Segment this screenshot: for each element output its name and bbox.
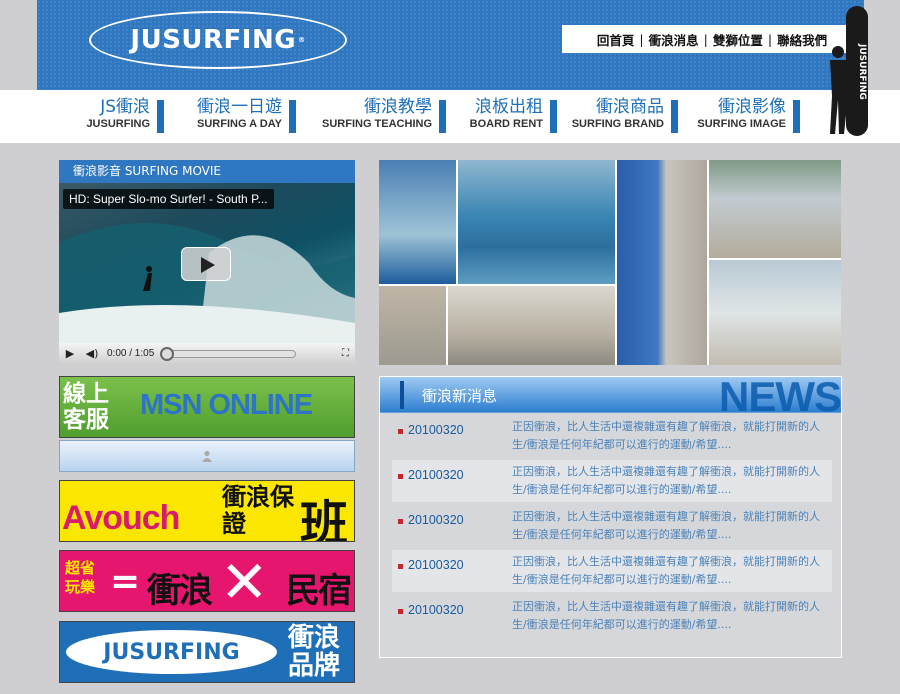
site-logo[interactable]: JUSURFING ® xyxy=(89,11,347,69)
news-item[interactable]: 20100320 正因衝浪，比人生活中還複雜還有趣了解衝浪，就能打開新的人生/衝… xyxy=(392,460,832,502)
mainnav-surfing-teaching[interactable]: 衝浪教學 SURFING TEACHING xyxy=(296,97,446,134)
mainnav-label: JS衝浪 xyxy=(100,97,150,117)
avouch-class-banner[interactable]: Avouch 衝浪保證 班 xyxy=(59,480,355,542)
msn-online-banner[interactable]: 線上客服 MSN ONLINE xyxy=(59,376,355,438)
news-watermark: NEWS xyxy=(719,373,842,420)
avouch-banner-big: 班 xyxy=(300,496,349,542)
mainnav-label: 衝浪影像 xyxy=(718,97,786,117)
news-date: 20100320 xyxy=(408,603,464,617)
mainnav-sublabel: JUSURFING xyxy=(86,118,150,130)
mainnav-surfing-a-day[interactable]: 衝浪一日遊 SURFING A DAY xyxy=(164,97,296,134)
news-header-accent xyxy=(400,381,404,409)
seek-bar[interactable] xyxy=(160,346,297,361)
seek-handle[interactable] xyxy=(160,346,175,361)
video-time: 0:00 / 1:05 xyxy=(107,348,155,359)
news-text[interactable]: 正因衝浪，比人生活中還複雜還有趣了解衝浪，就能打開新的人生/衝浪是任何年紀都可以… xyxy=(512,553,832,589)
main-nav: JS衝浪 JUSURFING 衝浪一日遊 SURFING A DAY 衝浪教學 … xyxy=(86,97,800,134)
mainnav-label: 衝浪一日遊 xyxy=(197,97,282,117)
header-banner: JUSURFING ® 回首頁 | 衝浪消息 | 雙獅位置 | 聯絡我們 xyxy=(37,0,864,90)
bullet-icon xyxy=(398,609,403,614)
news-date: 20100320 xyxy=(408,468,464,482)
photo-boards-standing xyxy=(617,160,707,365)
photo-beach-lesson xyxy=(379,286,446,365)
mainnav-board-rent[interactable]: 浪板出租 BOARD RENT xyxy=(446,97,557,134)
top-nav: 回首頁 | 衝浪消息 | 雙獅位置 | 聯絡我們 xyxy=(562,25,862,53)
photo-girl-on-board xyxy=(709,160,841,258)
news-date: 20100320 xyxy=(408,558,464,572)
surf-brand-banner[interactable]: JUSURFING 衝浪品牌 xyxy=(59,621,355,683)
photo-collage[interactable] xyxy=(379,160,841,365)
surfer-silhouette-icon: JUSURFING xyxy=(830,6,868,136)
photo-shore-walk xyxy=(709,260,841,365)
topnav-news[interactable]: 衝浪消息 xyxy=(644,30,704,49)
video-header: 衝浪影音 SURFING MOVIE xyxy=(59,160,355,183)
mainnav-sublabel: SURFING A DAY xyxy=(197,118,282,130)
mainnav-sublabel: SURFING BRAND xyxy=(571,118,664,130)
video-title[interactable]: HD: Super Slo-mo Surfer! - South P... xyxy=(63,189,274,209)
bullet-icon xyxy=(398,429,403,434)
brand-banner-zh: 衝浪品牌 xyxy=(288,623,341,681)
bullet-icon xyxy=(398,564,403,569)
topnav-location[interactable]: 雙獅位置 xyxy=(708,30,768,49)
bnb-banner-cross: ✕ xyxy=(220,550,269,612)
news-item[interactable]: 20100320 正因衝浪，比人生活中還複雜還有趣了解衝浪，就能打開新的人生/衝… xyxy=(392,550,832,592)
msn-status-bar[interactable] xyxy=(59,440,355,472)
site-logo-text: JUSURFING xyxy=(130,25,297,55)
brand-banner-logo: JUSURFING xyxy=(64,628,279,676)
msn-banner-zh: 線上客服 xyxy=(63,381,109,433)
photo-board-practice xyxy=(448,286,615,365)
volume-icon[interactable]: ◀) xyxy=(81,347,103,360)
video-player[interactable]: 衝浪影音 SURFING MOVIE HD: Super Slo-mo Surf… xyxy=(59,160,355,364)
photo-surfer-man xyxy=(379,160,456,284)
mainnav-surfing-brand[interactable]: 衝浪商品 SURFING BRAND xyxy=(557,97,678,134)
person-icon xyxy=(202,450,212,462)
mainnav-sublabel: SURFING IMAGE xyxy=(697,118,786,130)
page: JUSURFING ® 回首頁 | 衝浪消息 | 雙獅位置 | 聯絡我們 JUSU… xyxy=(0,0,900,694)
mainnav-jusurfing[interactable]: JS衝浪 JUSURFING xyxy=(86,97,164,134)
video-thumbnail[interactable]: HD: Super Slo-mo Surfer! - South P... Yo… xyxy=(59,183,355,343)
news-text[interactable]: 正因衝浪，比人生活中還複雜還有趣了解衝浪，就能打開新的人生/衝浪是任何年紀都可以… xyxy=(512,418,832,454)
news-date: 20100320 xyxy=(408,513,464,527)
mainnav-surfing-image[interactable]: 衝浪影像 SURFING IMAGE xyxy=(678,97,800,134)
bnb-banner-surf: 衝浪 xyxy=(147,571,213,611)
mainnav-sublabel: SURFING TEACHING xyxy=(322,118,432,130)
video-controls: ▶ ◀) 0:00 / 1:05 ⛶ xyxy=(59,343,355,364)
bullet-icon xyxy=(398,474,403,479)
news-panel: 衝浪新消息 NEWS 20100320 正因衝浪，比人生活中還複雜還有趣了解衝浪… xyxy=(379,373,842,658)
news-item[interactable]: 20100320 正因衝浪，比人生活中還複雜還有趣了解衝浪，就能打開新的人生/衝… xyxy=(392,415,832,457)
news-date: 20100320 xyxy=(408,423,464,437)
play-icon[interactable]: ▶ xyxy=(59,347,81,360)
news-text[interactable]: 正因衝浪，比人生活中還複雜還有趣了解衝浪，就能打開新的人生/衝浪是任何年紀都可以… xyxy=(512,508,832,544)
msn-banner-en: MSN ONLINE xyxy=(140,389,313,421)
fullscreen-icon[interactable]: ⛶ xyxy=(342,348,349,359)
play-overlay-button[interactable] xyxy=(181,247,231,281)
news-header: 衝浪新消息 NEWS xyxy=(380,373,842,420)
bnb-banner-small: 超省玩樂 xyxy=(65,559,96,596)
bnb-banner-homestay: 民宿 xyxy=(286,571,352,611)
bnb-banner-equals: = xyxy=(110,561,141,602)
topnav-home[interactable]: 回首頁 xyxy=(592,30,640,49)
avouch-banner-en: Avouch xyxy=(62,499,180,537)
mainnav-label: 衝浪教學 xyxy=(364,97,432,117)
avouch-banner-zh: 衝浪保證 xyxy=(222,483,294,538)
mainnav-sublabel: BOARD RENT xyxy=(469,118,543,130)
bullet-icon xyxy=(398,519,403,524)
mainnav-label: 浪板出租 xyxy=(475,97,543,117)
news-text[interactable]: 正因衝浪，比人生活中還複雜還有趣了解衝浪，就能打開新的人生/衝浪是任何年紀都可以… xyxy=(512,598,832,634)
mainnav-label: 衝浪商品 xyxy=(596,97,664,117)
news-title: 衝浪新消息 xyxy=(422,387,498,405)
news-text[interactable]: 正因衝浪，比人生活中還複雜還有趣了解衝浪，就能打開新的人生/衝浪是任何年紀都可以… xyxy=(512,463,832,499)
photo-surfer-girl xyxy=(458,160,615,284)
youtube-logo[interactable]: YouTube xyxy=(306,327,351,339)
news-item[interactable]: 20100320 正因衝浪，比人生活中還複雜還有趣了解衝浪，就能打開新的人生/衝… xyxy=(392,595,832,637)
registered-mark: ® xyxy=(298,36,306,44)
news-item[interactable]: 20100320 正因衝浪，比人生活中還複雜還有趣了解衝浪，就能打開新的人生/衝… xyxy=(392,505,832,547)
surf-bnb-banner[interactable]: 超省玩樂 = 衝浪 ✕ 民宿 xyxy=(59,550,355,612)
surfboard-text: JUSURFING xyxy=(857,43,867,100)
